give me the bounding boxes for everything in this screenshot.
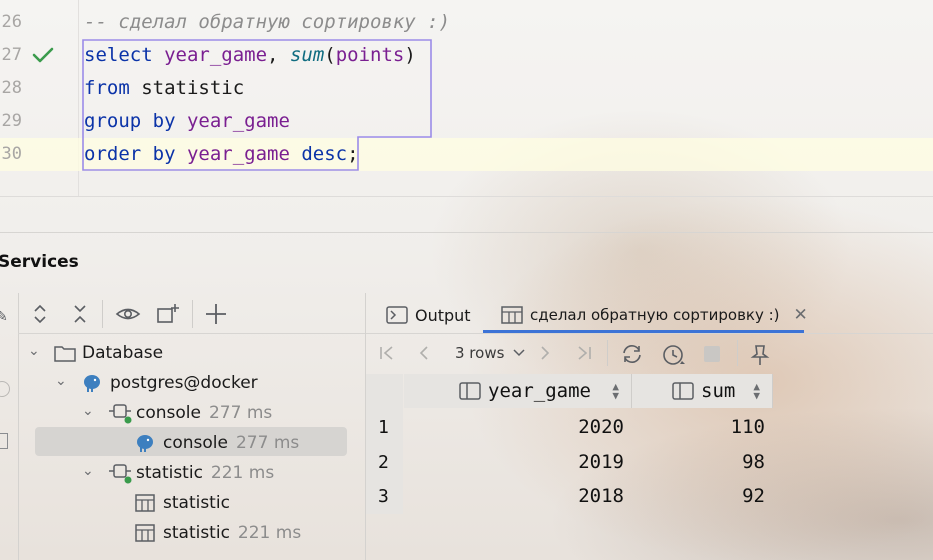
chevron-down-icon[interactable]: ⌄ (82, 463, 94, 479)
active-tab-indicator (483, 330, 804, 333)
sort-icon[interactable]: ▲ ▼ (612, 381, 619, 401)
stop-icon[interactable] (702, 344, 722, 369)
tree-item-label: statistic (163, 523, 230, 543)
column-label: year_game (488, 380, 591, 402)
pin-tab-icon[interactable] (750, 344, 770, 371)
chevron-down-icon[interactable]: ⌄ (28, 343, 40, 359)
statement-highlight-outline (82, 39, 432, 171)
tree-item-postgres-docker[interactable]: postgres@docker (82, 368, 258, 398)
tree-item-statistic-table[interactable]: statistic (135, 488, 230, 518)
tree-item-label: console (136, 403, 201, 423)
toolbar-separator (192, 300, 193, 328)
toolbar-separator (102, 300, 103, 328)
execution-time: 221 ms (210, 463, 275, 483)
new-group-icon[interactable] (154, 300, 182, 328)
column-label: sum (701, 380, 736, 402)
add-service-icon[interactable] (202, 300, 230, 328)
tree-item-statistic-session[interactable]: statistic 221 ms (108, 458, 274, 488)
left-tool-strip: ✎ (0, 293, 19, 560)
tree-item-console[interactable]: console 277 ms (135, 428, 299, 458)
tab-label: сделал обратную сортировку :) (530, 306, 780, 324)
sort-icon[interactable]: ▲ ▼ (753, 381, 760, 401)
cell-year-game[interactable]: 2020 (504, 416, 624, 438)
refresh-icon[interactable] (620, 344, 644, 369)
execution-time: 221 ms (237, 523, 302, 543)
tree-toolbar-divider (18, 333, 365, 334)
column-header-year-game[interactable]: year_game ▲ ▼ (404, 374, 632, 408)
terminal-icon (386, 306, 408, 324)
table-icon (135, 494, 155, 512)
postgresql-elephant-icon (137, 435, 153, 452)
chevron-down-icon (513, 349, 525, 357)
table-icon (135, 524, 155, 542)
row-number: 3 (378, 486, 389, 507)
row-number: 1 (378, 417, 389, 438)
console-session-icon (109, 404, 132, 424)
column-icon (672, 382, 694, 400)
tree-item-database[interactable]: Database (54, 338, 163, 368)
close-tab-icon[interactable]: ✕ (794, 305, 808, 325)
view-options-eye-icon[interactable] (114, 300, 142, 328)
last-page-icon[interactable] (575, 344, 593, 367)
tree-item-label: statistic (163, 493, 230, 513)
history-clock-icon[interactable] (661, 344, 687, 371)
expand-all-icon[interactable] (26, 300, 54, 328)
cell-year-game[interactable]: 2018 (504, 485, 624, 507)
tree-item-label: postgres@docker (110, 373, 258, 393)
cell-year-game[interactable]: 2019 (504, 451, 624, 473)
table-header: year_game ▲ ▼ sum ▲ ▼ (404, 374, 773, 408)
row-count-label: 3 rows (455, 344, 505, 362)
execution-time: 277 ms (208, 403, 273, 423)
chevron-down-icon[interactable]: ⌄ (82, 403, 94, 419)
column-icon (459, 382, 481, 400)
tree-item-label: console (163, 433, 228, 453)
row-count-selector[interactable]: 3 rows (455, 344, 525, 362)
tree-item-statistic-result[interactable]: statistic 221 ms (135, 518, 301, 548)
tree-item-label: Database (82, 343, 164, 363)
sql-editor[interactable]: 26 -- сделал обратную сортировку :) 27 s… (0, 0, 933, 197)
previous-page-icon[interactable] (417, 344, 431, 367)
tab-output[interactable]: Output (386, 295, 471, 335)
table-icon (501, 306, 523, 324)
execution-time: 277 ms (235, 433, 300, 453)
collapse-all-icon[interactable] (66, 300, 94, 328)
next-page-icon[interactable] (538, 344, 552, 367)
postgresql-elephant-icon (84, 375, 100, 392)
services-title: Services (0, 252, 79, 272)
folder-icon (54, 346, 76, 362)
row-number: 2 (378, 452, 389, 473)
toolbar-separator (607, 340, 608, 366)
tree-item-label: statistic (136, 463, 203, 483)
results-toolbar (366, 334, 933, 374)
cell-sum[interactable]: 92 (664, 485, 765, 507)
cell-sum[interactable]: 110 (664, 416, 765, 438)
layout-icon[interactable] (0, 433, 8, 449)
pin-icon[interactable]: ✎ (0, 309, 8, 325)
status-icon[interactable] (0, 381, 10, 397)
chevron-down-icon[interactable]: ⌄ (55, 373, 67, 389)
toolbar-separator (737, 340, 738, 366)
services-panel-header (0, 232, 933, 293)
cell-sum[interactable]: 98 (664, 451, 765, 473)
tab-label: Output (415, 305, 471, 325)
tab-query-result[interactable]: сделал обратную сортировку :) ✕ (501, 295, 808, 335)
column-header-sum[interactable]: sum ▲ ▼ (632, 374, 773, 408)
console-session-icon (109, 464, 132, 484)
tree-item-console-session[interactable]: console 277 ms (108, 398, 272, 428)
first-page-icon[interactable] (378, 344, 396, 367)
